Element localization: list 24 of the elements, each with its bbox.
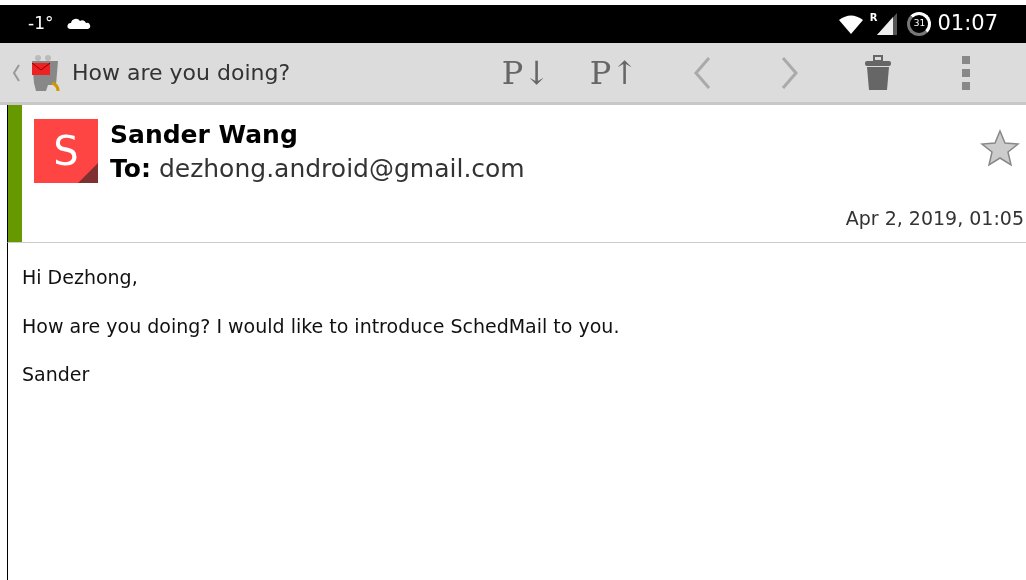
- to-label: To:: [110, 153, 151, 185]
- sender-name: Sander Wang: [110, 119, 299, 151]
- message-text: Sander: [22, 362, 91, 387]
- toolbar-button[interactable]: P↑: [570, 47, 658, 98]
- clock: 01:07: [937, 10, 998, 38]
- previous-icon: [692, 55, 712, 90]
- star-icon[interactable]: [980, 129, 1020, 167]
- message-date: Apr 2, 2019, 01:05: [845, 205, 1024, 231]
- next-icon: [780, 55, 800, 90]
- sender-avatar: S: [34, 119, 98, 183]
- battery-icon: 31: [907, 12, 932, 36]
- signal-icon: [877, 13, 898, 35]
- back-icon: [12, 63, 20, 82]
- roaming-label: R: [869, 11, 878, 25]
- temperature: -1°: [28, 12, 54, 36]
- message-text: How are you doing? I would like to introduce SchedMail to you.: [22, 313, 621, 339]
- toolbar-button[interactable]: P↓: [482, 47, 570, 98]
- wifi-icon: [837, 14, 864, 34]
- menu-icon: [962, 55, 970, 90]
- message-text: Hi Dezhong,: [22, 265, 139, 290]
- delete-icon: [864, 54, 892, 91]
- cloud-icon: [67, 18, 92, 30]
- recipient-address: dezhong.android@gmail.com: [158, 153, 525, 185]
- email-subject: How are you doing?: [72, 59, 291, 87]
